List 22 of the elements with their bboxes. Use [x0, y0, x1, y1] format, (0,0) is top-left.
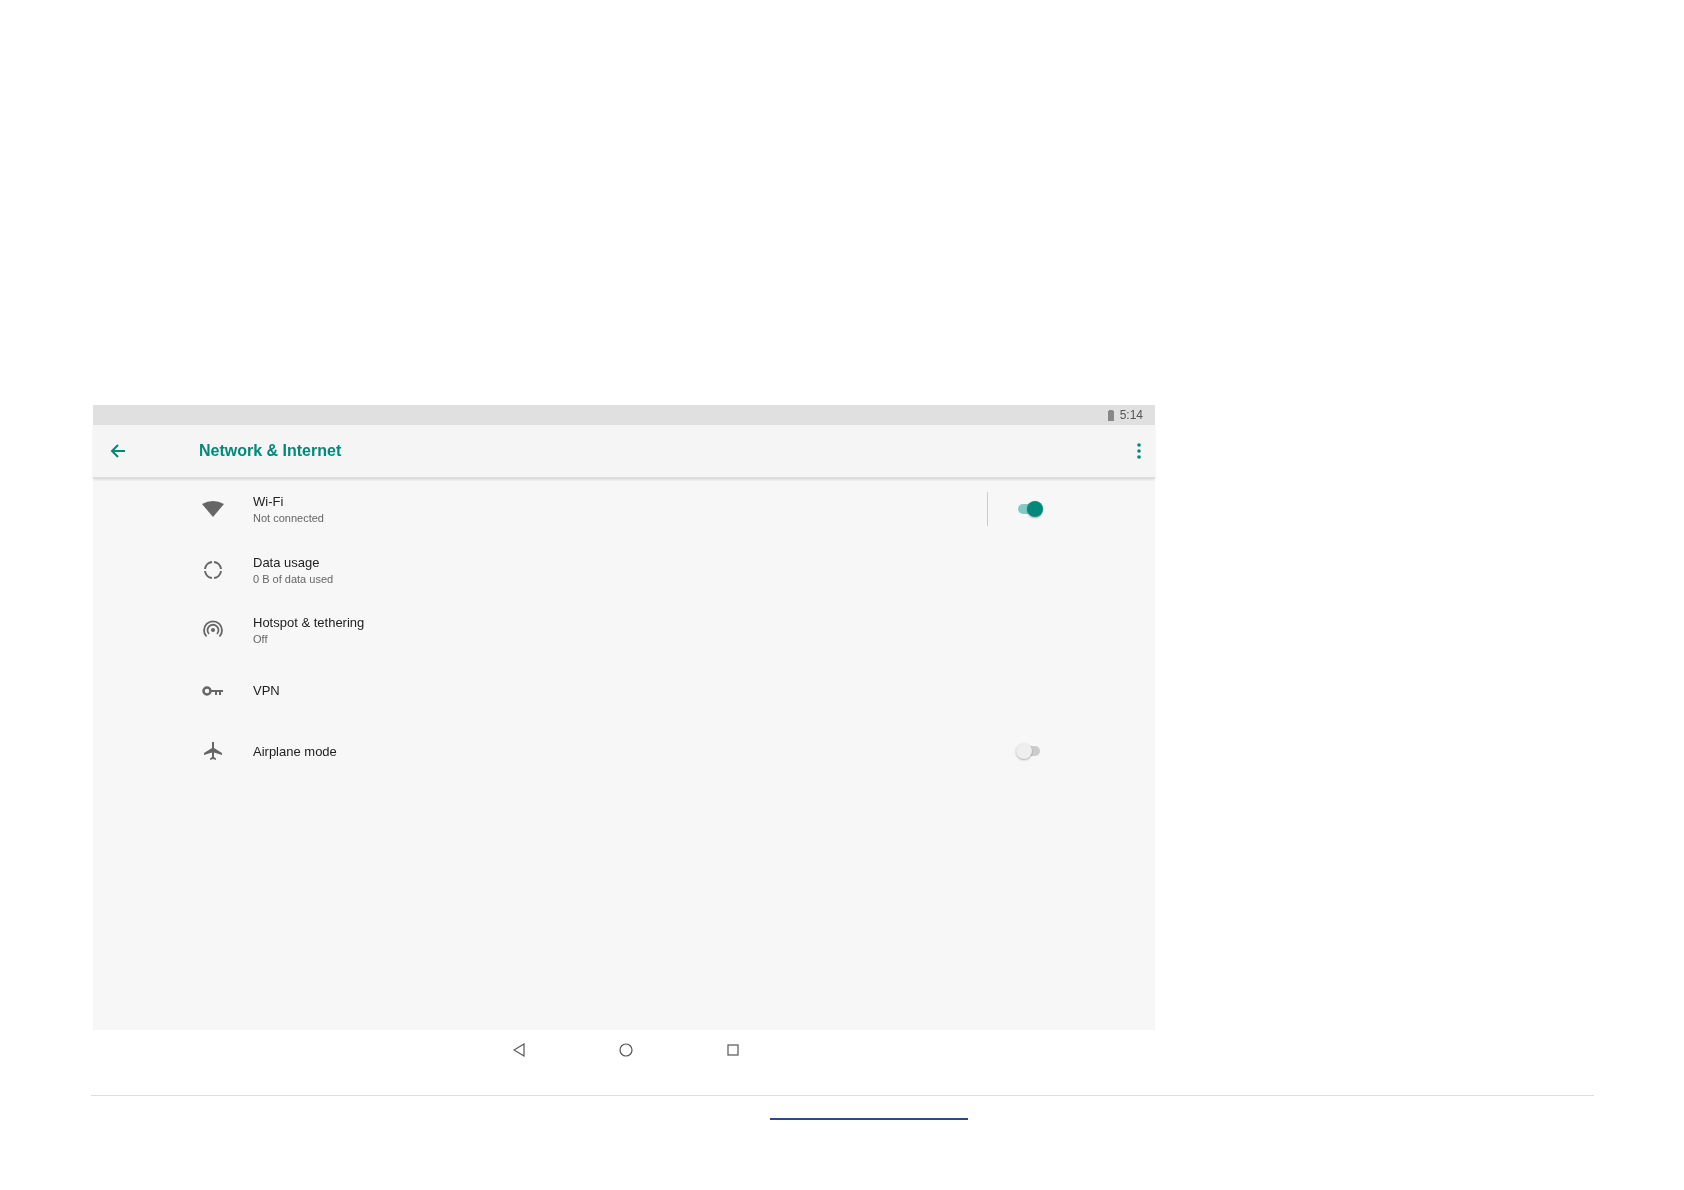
setting-title[interactable]: Data usage: [253, 554, 1155, 570]
toggle-switch[interactable]: [1018, 746, 1040, 757]
setting-title[interactable]: Wi-Fi: [253, 494, 987, 510]
setting-title[interactable]: Hotspot & tethering: [253, 615, 1155, 631]
status-time: 5:14: [1119, 408, 1143, 422]
wifi-switch[interactable]: [1018, 504, 1040, 515]
setting-summary: Off: [253, 633, 269, 646]
home-icon[interactable]: [619, 1043, 633, 1057]
key-icon: [202, 684, 224, 697]
more-options-icon[interactable]: [1137, 443, 1141, 459]
recents-icon[interactable]: [727, 1044, 739, 1056]
back-icon[interactable]: [513, 1043, 525, 1057]
setting-summary: 0 B of data used: [253, 572, 335, 585]
data-usage-icon: [203, 559, 223, 580]
setting-title[interactable]: Airplane mode: [253, 743, 1018, 759]
setting-summary: Not connected: [253, 512, 325, 525]
wifi-icon: [202, 501, 224, 518]
airplane-icon: [203, 741, 223, 762]
screen-title: Network & Internet: [199, 442, 342, 460]
setting-title[interactable]: VPN: [253, 683, 1155, 699]
battery-icon: [1107, 409, 1114, 421]
back-arrow-icon[interactable]: [110, 444, 126, 458]
